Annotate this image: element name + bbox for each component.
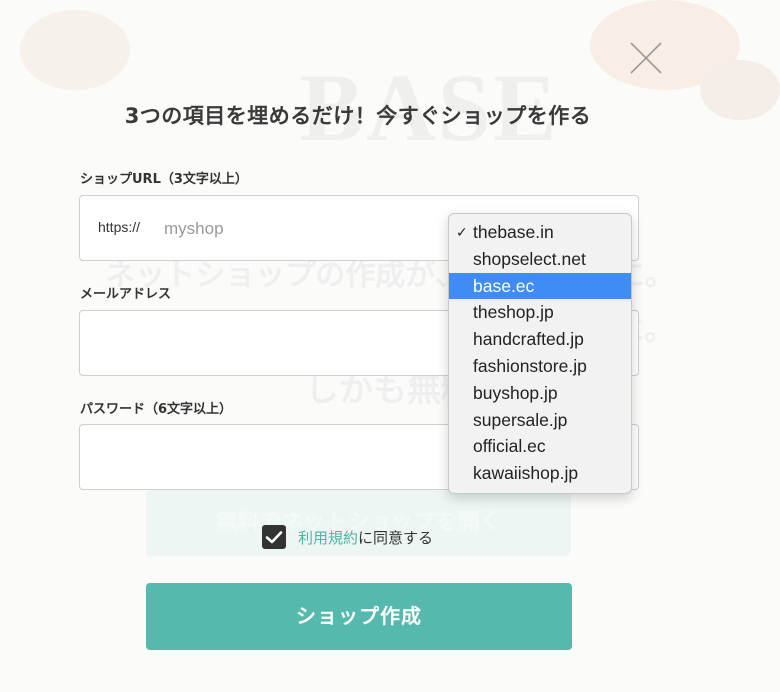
domain-option[interactable]: supersale.jp <box>449 407 631 434</box>
domain-option[interactable]: kawaiishop.jp <box>449 460 631 487</box>
modal-title: 3つの項目を埋めるだけ！今すぐショップを作る <box>124 104 592 128</box>
shop-url-label: ショップURL（3文字以上） <box>80 172 248 187</box>
domain-option[interactable]: fashionstore.jp <box>449 353 631 380</box>
domain-option[interactable]: handcrafted.jp <box>449 326 631 353</box>
domain-option[interactable]: shopselect.net <box>449 246 631 273</box>
create-shop-button[interactable]: ショップ作成 <box>146 583 572 650</box>
close-button[interactable] <box>628 40 664 76</box>
domain-select-menu[interactable]: ✓ thebase.in shopselect.net base.ec thes… <box>448 213 632 494</box>
terms-suffix: に同意する <box>358 529 434 547</box>
domain-option[interactable]: theshop.jp <box>449 299 631 326</box>
domain-option[interactable]: ✓ thebase.in <box>449 219 631 246</box>
background-decoration <box>590 0 740 90</box>
check-icon <box>265 531 283 544</box>
check-icon: ✓ <box>456 224 468 240</box>
url-prefix: https:// <box>98 219 141 235</box>
password-label: パスワード（6文字以上） <box>80 402 233 417</box>
background-decoration <box>20 10 130 90</box>
domain-option[interactable]: official.ec <box>449 433 631 460</box>
terms-agree-text: 利用規約に同意する <box>298 527 433 548</box>
domain-option[interactable]: buyshop.jp <box>449 380 631 407</box>
shop-url-input[interactable] <box>162 214 416 244</box>
domain-option-highlighted[interactable]: base.ec <box>449 272 631 300</box>
terms-link[interactable]: 利用規約 <box>298 529 358 547</box>
email-label: メールアドレス <box>80 287 172 302</box>
terms-checkbox[interactable] <box>262 525 286 549</box>
close-icon <box>630 42 662 74</box>
